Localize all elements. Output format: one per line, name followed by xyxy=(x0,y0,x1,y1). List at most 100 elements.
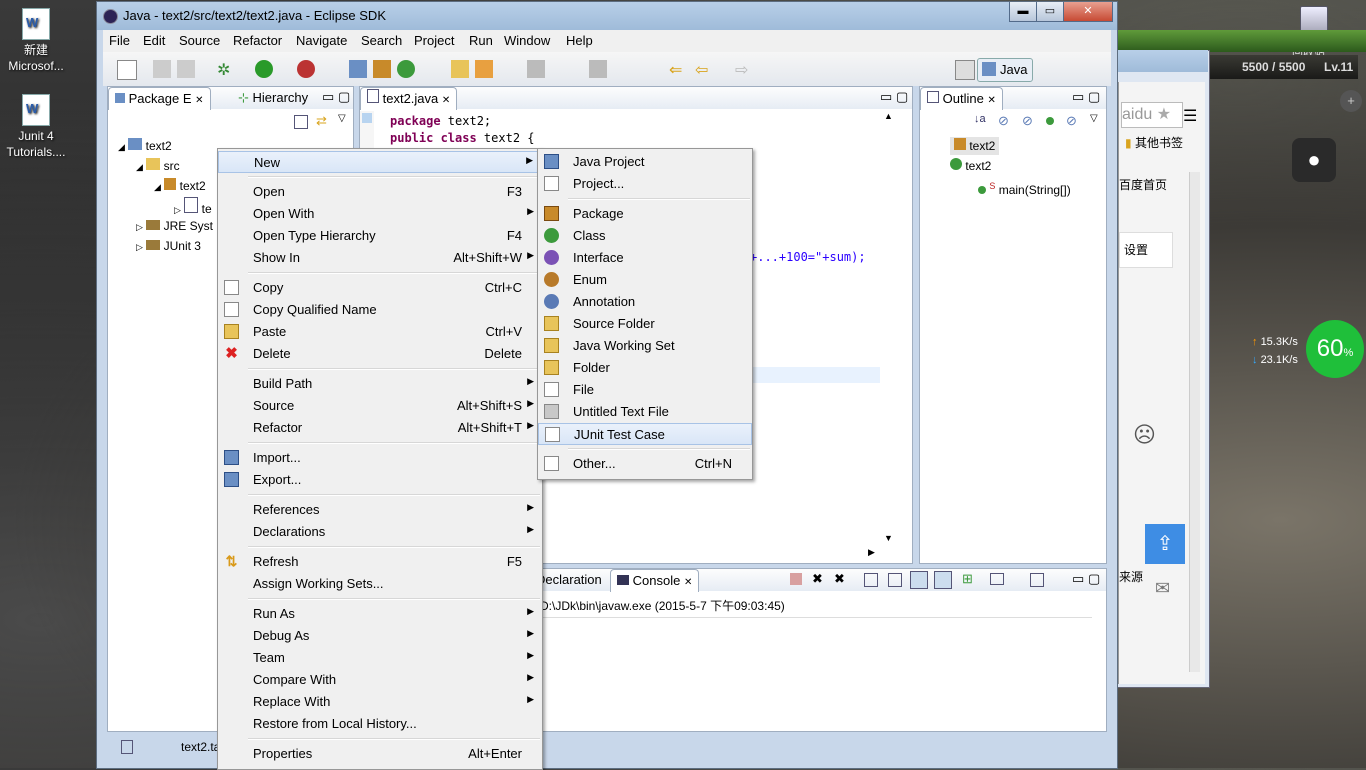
back-icon[interactable]: ⇦ xyxy=(695,60,713,79)
menu-item-refactor[interactable]: Refactor Alt+Shift+T ▶ xyxy=(218,417,542,439)
new-source-folder[interactable]: Source Folder xyxy=(538,313,752,335)
close-icon[interactable]: ✕ xyxy=(442,95,450,106)
menu-search[interactable]: Search xyxy=(361,33,402,48)
tree-item-package[interactable]: ◢ text2 xyxy=(154,177,206,196)
menu-item-open-with[interactable]: Open With ▶ xyxy=(218,203,542,225)
view-menu-icon[interactable]: ▽ xyxy=(338,113,346,124)
menu-window[interactable]: Window xyxy=(504,33,550,48)
new-enum[interactable]: Enum xyxy=(538,269,752,291)
terminate-icon[interactable] xyxy=(790,573,802,585)
menu-edit[interactable]: Edit xyxy=(143,33,165,48)
debug-icon[interactable]: ✲ xyxy=(217,60,235,79)
search-icon[interactable] xyxy=(475,60,493,78)
scroll-down-icon[interactable]: ▼ xyxy=(884,533,893,543)
new-java-working-set[interactable]: Java Working Set xyxy=(538,335,752,357)
maximize-view-icon[interactable]: ▢ xyxy=(1088,571,1100,587)
menu-item-paste[interactable]: Paste Ctrl+V xyxy=(218,321,542,343)
browser-scrollbar[interactable] xyxy=(1189,172,1200,672)
scroll-lock-icon[interactable] xyxy=(888,573,902,587)
close-button[interactable]: ✕ xyxy=(1063,2,1113,22)
menu-file[interactable]: File xyxy=(109,33,130,48)
outline-item-method[interactable]: S main(String[]) xyxy=(978,177,1071,199)
open-console-icon[interactable]: ⊞ xyxy=(962,571,973,587)
tab-package-explorer[interactable]: Package E ✕ xyxy=(108,87,211,110)
menu-item-restore-local-history[interactable]: Restore from Local History... xyxy=(218,713,542,735)
remove-all-icon[interactable]: ✖ xyxy=(834,571,845,587)
browser-address-bar[interactable]: aidu ★ xyxy=(1121,102,1183,128)
new-java-project[interactable]: Java Project xyxy=(538,151,752,173)
menu-item-source[interactable]: Source Alt+Shift+S ▶ xyxy=(218,395,542,417)
console-output[interactable] xyxy=(540,617,1092,712)
menu-project[interactable]: Project xyxy=(414,33,454,48)
minimize-view-icon[interactable]: ▭ xyxy=(322,89,334,105)
display-console-icon[interactable] xyxy=(990,573,1004,585)
menu-item-delete[interactable]: ✖ Delete Delete xyxy=(218,343,542,365)
code-line-2[interactable]: public class text2 { xyxy=(390,130,535,147)
menu-item-show-in[interactable]: Show In Alt+Shift+W ▶ xyxy=(218,247,542,269)
collapse-all-icon[interactable] xyxy=(294,115,308,129)
annotation-icon[interactable] xyxy=(527,60,545,78)
link-editor-icon[interactable]: ⇄ xyxy=(316,113,327,129)
new-annotation[interactable]: Annotation xyxy=(538,291,752,313)
menu-item-debug-as[interactable]: Debug As ▶ xyxy=(218,625,542,647)
scroll-up-icon[interactable]: ▲ xyxy=(884,111,893,121)
close-icon[interactable]: ✕ xyxy=(684,577,692,588)
menu-item-assign-working-sets[interactable]: Assign Working Sets... xyxy=(218,573,542,595)
menu-item-replace-with[interactable]: Replace With ▶ xyxy=(218,691,542,713)
hide-static-icon[interactable]: ⊘ xyxy=(1022,113,1033,129)
menu-item-run-as[interactable]: Run As ▶ xyxy=(218,603,542,625)
menu-help[interactable]: Help xyxy=(566,33,593,48)
minimize-button[interactable]: ▬ xyxy=(1009,2,1037,22)
new-junit-test-case[interactable]: JUnit Test Case xyxy=(538,423,752,445)
star-icon[interactable]: ★ xyxy=(1157,106,1171,123)
tree-item-junit[interactable]: ▷ JUnit 3 xyxy=(136,237,201,256)
new-class-icon[interactable] xyxy=(397,60,415,78)
new-other[interactable]: Other... Ctrl+N xyxy=(538,453,752,475)
scroll-right-icon[interactable]: ▶ xyxy=(868,547,875,558)
plus-icon[interactable]: + xyxy=(1340,90,1362,112)
menu-item-open-type-hierarchy[interactable]: Open Type Hierarchy F4 xyxy=(218,225,542,247)
maximize-view-icon[interactable]: ▢ xyxy=(338,89,350,105)
pin-console-icon[interactable] xyxy=(934,571,952,589)
menu-item-build-path[interactable]: Build Path ▶ xyxy=(218,373,542,395)
tree-item-project[interactable]: ◢ text2 xyxy=(118,137,172,156)
bookmark-other[interactable]: ▮ 其他书签 xyxy=(1125,134,1183,151)
menu-item-copy-qualified-name[interactable]: Copy Qualified Name xyxy=(218,299,542,321)
menu-source[interactable]: Source xyxy=(179,33,220,48)
usb-icon[interactable]: ● xyxy=(1292,138,1336,182)
menu-item-open[interactable]: Open F3 xyxy=(218,181,542,203)
remove-launch-icon[interactable]: ✖ xyxy=(812,571,823,587)
menu-navigate[interactable]: Navigate xyxy=(296,33,347,48)
editor-vertical-scrollbar[interactable]: ▲ ▼ xyxy=(882,111,896,543)
forward-icon[interactable]: ⇨ xyxy=(735,60,753,79)
settings-button[interactable]: 设置 xyxy=(1119,232,1173,268)
menu-run[interactable]: Run xyxy=(469,33,493,48)
new-java-project-icon[interactable] xyxy=(349,60,367,78)
new-project[interactable]: Project... xyxy=(538,173,752,195)
menu-item-team[interactable]: Team ▶ xyxy=(218,647,542,669)
menu-item-properties[interactable]: Properties Alt+Enter xyxy=(218,743,542,765)
save-icon[interactable] xyxy=(153,60,171,78)
outline-item-class[interactable]: text2 xyxy=(950,157,991,175)
new-package[interactable]: Package xyxy=(538,203,752,225)
last-edit-icon[interactable]: ⇐ xyxy=(669,60,687,79)
new-icon[interactable] xyxy=(117,60,137,80)
new-package-icon[interactable] xyxy=(373,60,391,78)
minimize-view-icon[interactable]: ▭ xyxy=(1072,571,1084,587)
java-perspective-button[interactable]: Java xyxy=(977,58,1033,82)
tab-hierarchy[interactable]: ⊹ Hierarchy xyxy=(232,87,314,109)
clear-console-icon[interactable] xyxy=(864,573,878,587)
new-interface[interactable]: Interface xyxy=(538,247,752,269)
outline-item-package[interactable]: text2 xyxy=(950,137,1000,155)
code-line-1[interactable]: package text2; xyxy=(390,113,491,130)
external-tools-icon[interactable] xyxy=(297,60,315,78)
tree-item-java-file[interactable]: ▷ te xyxy=(174,197,212,219)
tree-item-jre[interactable]: ▷ JRE Syst xyxy=(136,217,213,236)
word-wrap-icon[interactable] xyxy=(910,571,928,589)
maximize-view-icon[interactable]: ▢ xyxy=(896,89,908,105)
tree-item-src[interactable]: ◢ src xyxy=(136,157,180,176)
menu-item-import[interactable]: Import... xyxy=(218,447,542,469)
tab-outline[interactable]: Outline ✕ xyxy=(920,87,1003,110)
memory-usage-circle[interactable]: 60% xyxy=(1306,320,1364,378)
maximize-button[interactable]: ▭ xyxy=(1036,2,1064,22)
